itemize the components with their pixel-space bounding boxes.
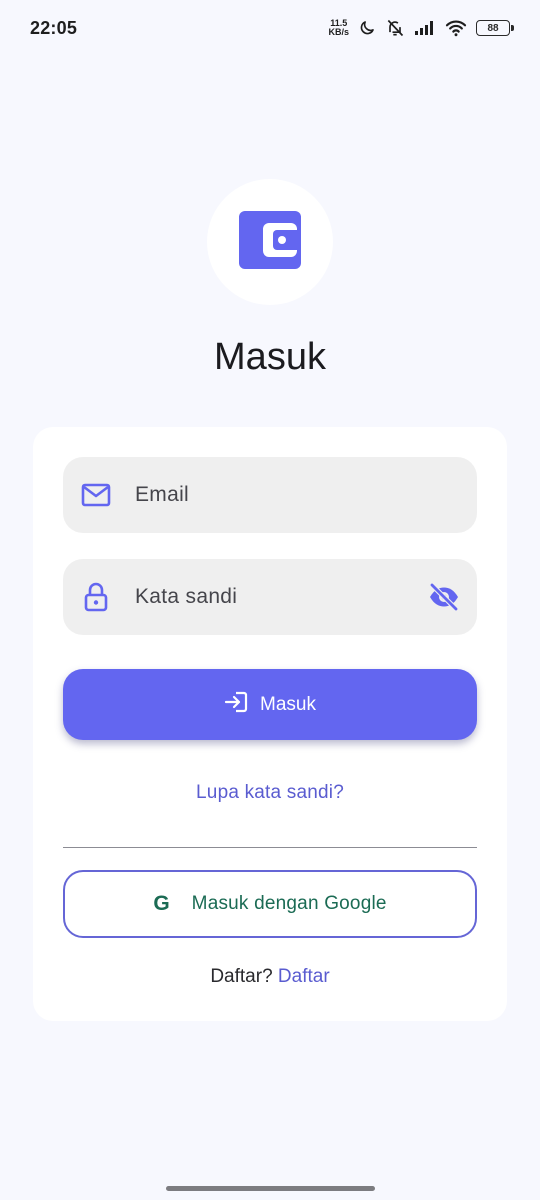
signal-icon [414, 20, 436, 36]
status-icons: 11.5 KB/s 88 [328, 18, 514, 38]
login-card: Masuk Lupa kata sandi? G Masuk dengan Go… [33, 427, 507, 1021]
status-bar: 22:05 11.5 KB/s 88 [0, 0, 540, 56]
moon-icon [358, 19, 376, 37]
login-button-label: Masuk [260, 693, 316, 715]
battery-level: 88 [487, 22, 499, 34]
login-button[interactable]: Masuk [63, 669, 477, 740]
wifi-icon [445, 19, 467, 37]
wallet-icon [239, 210, 301, 274]
login-arrow-icon [224, 691, 248, 719]
google-icon: G [153, 892, 170, 915]
mail-icon [81, 481, 111, 509]
network-speed-unit: KB/s [328, 27, 349, 37]
email-input[interactable] [135, 457, 415, 533]
register-link[interactable]: Daftar [278, 966, 330, 987]
battery-icon: 88 [476, 20, 514, 36]
register-prompt: Daftar? [210, 966, 273, 987]
password-field[interactable] [63, 559, 477, 635]
page-title: Masuk [214, 336, 326, 378]
email-field[interactable] [63, 457, 477, 533]
divider [63, 847, 477, 848]
password-input[interactable] [135, 559, 415, 635]
login-screen: 22:05 11.5 KB/s 88 Masuk Email Masuk Lup… [0, 0, 540, 1200]
register-row: Daftar? Daftar [33, 966, 507, 988]
google-button-label: Masuk dengan Google [191, 893, 387, 914]
home-indicator[interactable] [166, 1186, 375, 1191]
lock-icon [81, 582, 111, 612]
forgot-password-link[interactable]: Lupa kata sandi? [33, 782, 507, 804]
bell-off-icon [385, 18, 405, 38]
app-logo [207, 179, 333, 305]
google-login-button[interactable]: G Masuk dengan Google [63, 870, 477, 938]
status-time: 22:05 [30, 17, 78, 38]
network-speed: 11.5 KB/s [328, 19, 349, 37]
eye-off-icon[interactable] [427, 581, 461, 613]
